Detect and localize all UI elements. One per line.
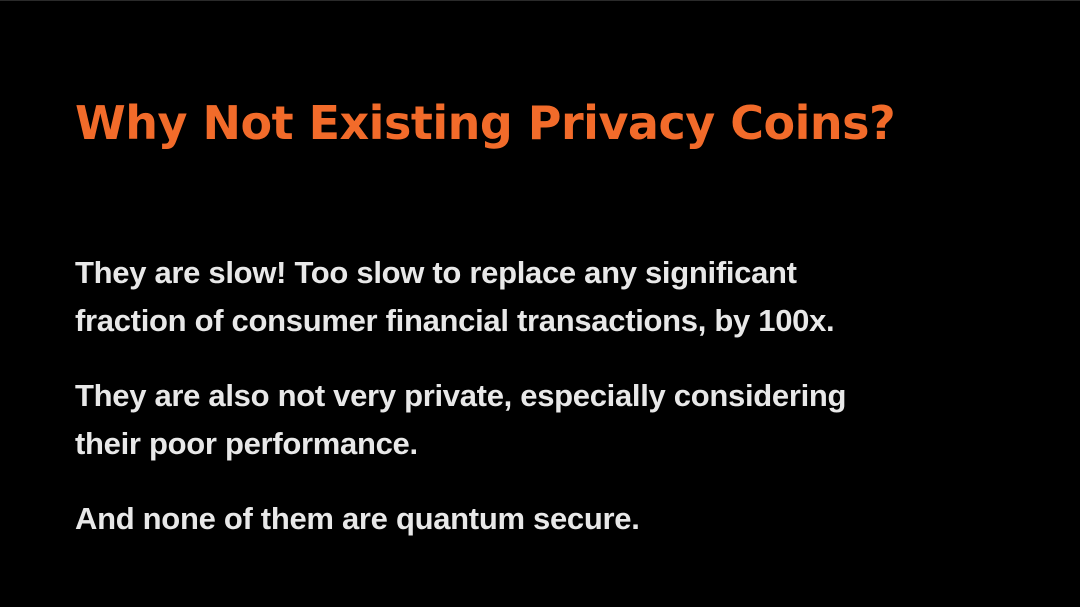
slide-title: Why Not Existing Privacy Coins?: [75, 96, 896, 150]
paragraph-line: They are slow! Too slow to replace any s…: [75, 255, 797, 290]
paragraph-quantum: And none of them are quantum secure.: [75, 495, 1035, 543]
slide: Why Not Existing Privacy Coins? They are…: [0, 0, 1080, 607]
paragraph-line: And none of them are quantum secure.: [75, 501, 640, 536]
slide-body: They are slow! Too slow to replace any s…: [75, 249, 1035, 543]
paragraph-line: They are also not very private, especial…: [75, 378, 847, 413]
paragraph-line: their poor performance.: [75, 426, 418, 461]
paragraph-slowness: They are slow! Too slow to replace any s…: [75, 249, 1035, 345]
paragraph-privacy: They are also not very private, especial…: [75, 372, 1035, 468]
paragraph-line: fraction of consumer financial transacti…: [75, 303, 835, 338]
